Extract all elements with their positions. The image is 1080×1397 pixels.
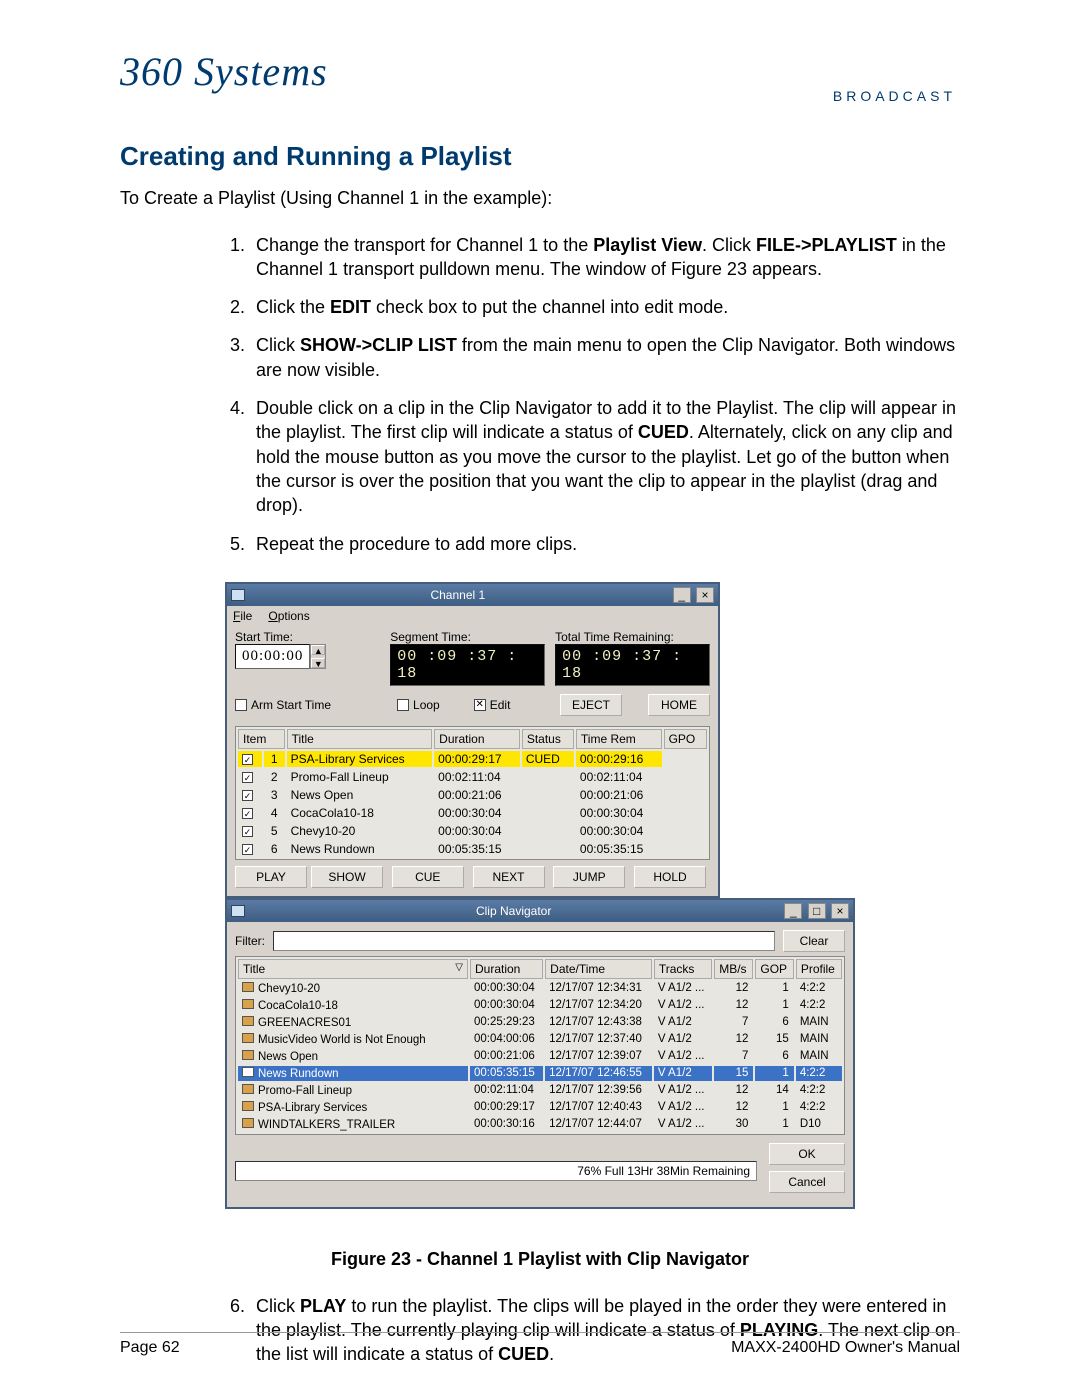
clipnav-row[interactable]: Promo-Fall Lineup00:02:11:0412/17/07 12:… — [238, 1083, 842, 1098]
step-2: Click the EDIT check box to put the chan… — [250, 295, 960, 319]
menu-options[interactable]: Options — [268, 609, 309, 623]
jump-button[interactable]: JUMP — [553, 866, 625, 888]
playlist-row[interactable]: ✓5Chevy10-2000:00:30:0400:00:30:04 — [238, 823, 707, 839]
step-3: Click SHOW->CLIP LIST from the main menu… — [250, 333, 960, 382]
minimize-icon[interactable]: _ — [673, 587, 691, 603]
spin-down-icon[interactable]: ▼ — [311, 658, 325, 668]
clear-button[interactable]: Clear — [783, 930, 845, 952]
home-button[interactable]: HOME — [648, 694, 710, 716]
clipnav-row[interactable]: Chevy10-2000:00:30:0412/17/07 12:34:31V … — [238, 981, 842, 996]
clip-icon — [242, 999, 254, 1009]
cancel-button[interactable]: Cancel — [769, 1171, 845, 1193]
row-checkbox[interactable]: ✓ — [242, 808, 253, 819]
filter-label: Filter: — [235, 934, 265, 948]
channel-titlebar[interactable]: Channel 1 _ × — [227, 584, 718, 606]
clipnav-header[interactable]: GOP — [755, 959, 793, 979]
step-4: Double click on a clip in the Clip Navig… — [250, 396, 960, 517]
logo-main: 360 Systems — [120, 49, 328, 94]
clip-icon — [242, 1118, 254, 1128]
row-checkbox[interactable]: ✓ — [242, 826, 253, 837]
playlist-row[interactable]: ✓4CocaCola10-1800:00:30:0400:00:30:04 — [238, 805, 707, 821]
step-5: Repeat the procedure to add more clips. — [250, 532, 960, 556]
row-checkbox[interactable]: ✓ — [242, 772, 253, 783]
close-icon[interactable]: × — [696, 587, 714, 603]
clipnav-table: Title ▽DurationDate/TimeTracksMB/sGOPPro… — [235, 956, 845, 1135]
clip-icon — [242, 1101, 254, 1111]
step-1: Change the transport for Channel 1 to th… — [250, 233, 960, 282]
maximize-icon[interactable]: □ — [808, 903, 826, 919]
clipnav-title: Clip Navigator — [245, 904, 782, 918]
row-checkbox[interactable]: ✓ — [242, 790, 253, 801]
clip-icon — [242, 1067, 254, 1077]
page-footer: Page 62 MAXX-2400HD Owner's Manual — [120, 1332, 960, 1357]
cue-button[interactable]: CUE — [392, 866, 464, 888]
clip-icon — [242, 1016, 254, 1026]
figure-caption: Figure 23 - Channel 1 Playlist with Clip… — [120, 1249, 960, 1270]
playlist-row[interactable]: ✓3News Open00:00:21:0600:00:21:06 — [238, 787, 707, 803]
playlist-row[interactable]: ✓6News Rundown00:05:35:1500:05:35:15 — [238, 841, 707, 857]
steps-list: Change the transport for Channel 1 to th… — [250, 233, 960, 556]
clipnav-header[interactable]: Profile — [796, 959, 842, 979]
hold-button[interactable]: HOLD — [634, 866, 706, 888]
ok-button[interactable]: OK — [769, 1143, 845, 1165]
clipnav-header[interactable]: Date/Time — [545, 959, 652, 979]
arm-start-checkbox[interactable]: Arm Start Time — [235, 698, 331, 712]
show-button[interactable]: SHOW — [311, 866, 383, 888]
clip-icon — [242, 1050, 254, 1060]
clipnav-row[interactable]: WINDTALKERS_TRAILER00:00:30:1612/17/07 1… — [238, 1117, 842, 1132]
window-icon — [231, 589, 245, 601]
footer-right: MAXX-2400HD Owner's Manual — [731, 1339, 960, 1357]
clipnav-row[interactable]: CocaCola10-1800:00:30:0412/17/07 12:34:2… — [238, 998, 842, 1013]
clipnav-header[interactable]: Duration — [470, 959, 543, 979]
playlist-header[interactable]: Time Rem — [576, 729, 662, 749]
loop-checkbox[interactable]: Loop — [397, 698, 440, 712]
clip-icon — [242, 982, 254, 992]
channel-title: Channel 1 — [245, 588, 671, 602]
clipnav-titlebar[interactable]: Clip Navigator _ □ × — [227, 900, 853, 922]
start-time-label: Start Time: — [235, 630, 380, 644]
footer-left: Page 62 — [120, 1339, 180, 1357]
playlist-header[interactable]: Status — [522, 729, 574, 749]
playlist-row[interactable]: ✓1PSA-Library Services00:00:29:17CUED00:… — [238, 751, 707, 767]
segment-time-display: 00 :09 :37 : 18 — [390, 644, 545, 686]
edit-checkbox[interactable]: ✕Edit — [474, 698, 511, 712]
next-button[interactable]: NEXT — [473, 866, 545, 888]
total-time-display: 00 :09 :37 : 18 — [555, 644, 710, 686]
eject-button[interactable]: EJECT — [560, 694, 622, 716]
clipnav-header[interactable]: Title ▽ — [238, 959, 468, 979]
play-button[interactable]: PLAY — [235, 866, 307, 888]
clipnav-row[interactable]: GREENACRES0100:25:29:2312/17/07 12:43:38… — [238, 1015, 842, 1030]
playlist-header[interactable]: Item — [238, 729, 285, 749]
figure-23: Channel 1 _ × File Options Start Time: 0… — [225, 582, 855, 1209]
intro-text: To Create a Playlist (Using Channel 1 in… — [120, 188, 960, 209]
playlist-header[interactable]: Title — [287, 729, 433, 749]
minimize-icon[interactable]: _ — [784, 903, 802, 919]
clip-icon — [242, 1084, 254, 1094]
row-checkbox[interactable]: ✓ — [242, 844, 253, 855]
playlist-table: ItemTitleDurationStatusTime RemGPO ✓1PSA… — [235, 726, 710, 860]
menu-file[interactable]: File — [233, 609, 252, 623]
clipnav-row[interactable]: News Open00:00:21:0612/17/07 12:39:07V A… — [238, 1049, 842, 1064]
window-icon — [231, 905, 245, 917]
status-text: 76% Full 13Hr 38Min Remaining — [577, 1164, 750, 1178]
clipnav-row[interactable]: MusicVideo World is Not Enough00:04:00:0… — [238, 1032, 842, 1047]
playlist-header[interactable]: GPO — [664, 729, 707, 749]
start-time-input[interactable]: 00:00:00 — [235, 644, 310, 669]
clipnav-row[interactable]: PSA-Library Services00:00:29:1712/17/07 … — [238, 1100, 842, 1115]
row-checkbox[interactable]: ✓ — [242, 754, 253, 765]
clipnav-header[interactable]: Tracks — [654, 959, 712, 979]
clipnav-header[interactable]: MB/s — [714, 959, 753, 979]
playlist-row[interactable]: ✓2Promo-Fall Lineup00:02:11:0400:02:11:0… — [238, 769, 707, 785]
close-icon[interactable]: × — [831, 903, 849, 919]
clipnav-row[interactable]: News Rundown00:05:35:1512/17/07 12:46:55… — [238, 1066, 842, 1081]
segment-time-label: Segment Time: — [390, 630, 545, 644]
filter-input[interactable] — [273, 931, 775, 951]
start-time-spinner[interactable]: ▲▼ — [310, 644, 326, 669]
playlist-header[interactable]: Duration — [434, 729, 520, 749]
brand-logo: 360 Systems BROADCAST — [120, 54, 960, 103]
spin-up-icon[interactable]: ▲ — [311, 645, 325, 655]
page-heading: Creating and Running a Playlist — [120, 141, 960, 172]
total-time-label: Total Time Remaining: — [555, 630, 710, 644]
clip-icon — [242, 1033, 254, 1043]
